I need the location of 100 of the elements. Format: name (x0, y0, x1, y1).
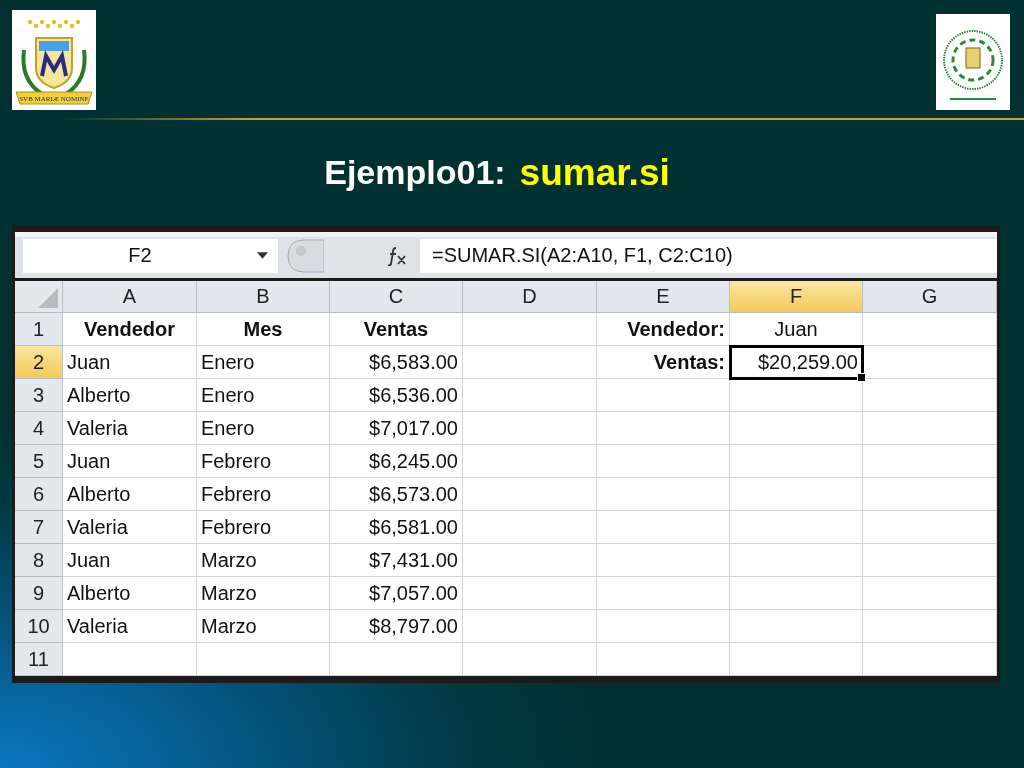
empty-cell[interactable] (730, 544, 863, 577)
select-all-icon[interactable] (38, 288, 58, 308)
empty-cell[interactable] (863, 511, 997, 544)
fill-handle[interactable] (857, 373, 866, 382)
table-cell[interactable]: Alberto (63, 577, 197, 610)
table-cell[interactable]: Alberto (63, 379, 197, 412)
empty-cell[interactable] (863, 379, 997, 412)
empty-cell[interactable] (597, 610, 730, 643)
function-icon[interactable] (386, 245, 408, 266)
table-cell[interactable]: $20,259.00 (730, 346, 863, 379)
empty-cell[interactable] (597, 511, 730, 544)
empty-cell[interactable] (463, 313, 597, 346)
row-header[interactable]: 1 (15, 313, 63, 346)
row-header[interactable]: 10 (15, 610, 63, 643)
empty-cell[interactable] (730, 511, 863, 544)
empty-cell[interactable] (730, 412, 863, 445)
table-cell[interactable]: Enero (197, 412, 330, 445)
empty-cell[interactable] (597, 445, 730, 478)
row-header[interactable]: 6 (15, 478, 63, 511)
table-cell[interactable]: Valeria (63, 511, 197, 544)
table-cell[interactable]: Valeria (63, 412, 197, 445)
empty-cell[interactable] (463, 544, 597, 577)
empty-cell[interactable] (463, 643, 597, 676)
table-cell[interactable]: Juan (63, 445, 197, 478)
row-header[interactable]: 2 (15, 346, 63, 379)
table-cell[interactable]: Alberto (63, 478, 197, 511)
caret-icon[interactable] (257, 252, 268, 259)
empty-cell[interactable] (863, 610, 997, 643)
table-cell[interactable]: Juan (63, 544, 197, 577)
row-header[interactable]: 11 (15, 643, 63, 676)
empty-cell[interactable] (463, 346, 597, 379)
table-cell[interactable]: Valeria (63, 610, 197, 643)
empty-cell[interactable] (730, 610, 863, 643)
resize-handle-icon[interactable] (284, 238, 324, 273)
empty-cell[interactable] (597, 379, 730, 412)
empty-cell[interactable] (463, 412, 597, 445)
column-header[interactable]: E (597, 281, 730, 313)
empty-cell[interactable] (863, 412, 997, 445)
table-cell[interactable]: Juan (730, 313, 863, 346)
empty-cell[interactable] (730, 445, 863, 478)
table-cell[interactable]: Vendedor (63, 313, 197, 346)
column-header[interactable]: A (63, 281, 197, 313)
empty-cell[interactable] (597, 478, 730, 511)
empty-cell[interactable] (863, 478, 997, 511)
table-cell[interactable]: $6,573.00 (330, 478, 463, 511)
empty-cell[interactable] (863, 544, 997, 577)
table-cell[interactable]: Juan (63, 346, 197, 379)
empty-cell[interactable] (597, 577, 730, 610)
empty-cell[interactable] (863, 346, 997, 379)
empty-cell[interactable] (197, 643, 330, 676)
table-cell[interactable]: Marzo (197, 610, 330, 643)
column-header[interactable]: B (197, 281, 330, 313)
empty-cell[interactable] (597, 643, 730, 676)
table-cell[interactable]: Marzo (197, 577, 330, 610)
empty-cell[interactable] (463, 445, 597, 478)
row-header[interactable]: 3 (15, 379, 63, 412)
table-cell[interactable]: Febrero (197, 445, 330, 478)
empty-cell[interactable] (463, 610, 597, 643)
empty-cell[interactable] (863, 313, 997, 346)
table-cell[interactable]: $6,581.00 (330, 511, 463, 544)
empty-cell[interactable] (863, 577, 997, 610)
empty-cell[interactable] (463, 478, 597, 511)
column-header[interactable]: F (730, 281, 863, 313)
table-cell[interactable]: Ventas: (597, 346, 730, 379)
table-cell[interactable]: Ventas (330, 313, 463, 346)
table-cell[interactable]: $6,536.00 (330, 379, 463, 412)
table-cell[interactable]: Marzo (197, 544, 330, 577)
row-header[interactable]: 8 (15, 544, 63, 577)
table-cell[interactable]: Vendedor: (597, 313, 730, 346)
empty-cell[interactable] (463, 379, 597, 412)
column-header[interactable]: G (863, 281, 997, 313)
table-cell[interactable]: $6,245.00 (330, 445, 463, 478)
formula-field[interactable]: =SUMAR.SI(A2:A10, F1, C2:C10) (420, 238, 997, 273)
table-cell[interactable]: Enero (197, 346, 330, 379)
name-box[interactable]: F2 (23, 238, 278, 273)
table-cell[interactable]: $6,583.00 (330, 346, 463, 379)
table-cell[interactable]: $7,431.00 (330, 544, 463, 577)
empty-cell[interactable] (597, 412, 730, 445)
empty-cell[interactable] (730, 379, 863, 412)
empty-cell[interactable] (330, 643, 463, 676)
table-cell[interactable]: Mes (197, 313, 330, 346)
column-header[interactable]: D (463, 281, 597, 313)
empty-cell[interactable] (730, 577, 863, 610)
row-header[interactable]: 5 (15, 445, 63, 478)
empty-cell[interactable] (597, 544, 730, 577)
empty-cell[interactable] (730, 478, 863, 511)
column-header[interactable]: C (330, 281, 463, 313)
table-cell[interactable]: Febrero (197, 511, 330, 544)
table-cell[interactable]: Enero (197, 379, 330, 412)
table-cell[interactable]: $8,797.00 (330, 610, 463, 643)
row-header[interactable]: 7 (15, 511, 63, 544)
empty-cell[interactable] (463, 577, 597, 610)
empty-cell[interactable] (863, 643, 997, 676)
empty-cell[interactable] (463, 511, 597, 544)
empty-cell[interactable] (863, 445, 997, 478)
table-cell[interactable]: $7,017.00 (330, 412, 463, 445)
row-header[interactable]: 4 (15, 412, 63, 445)
row-header[interactable]: 9 (15, 577, 63, 610)
table-cell[interactable]: $7,057.00 (330, 577, 463, 610)
table-cell[interactable]: Febrero (197, 478, 330, 511)
